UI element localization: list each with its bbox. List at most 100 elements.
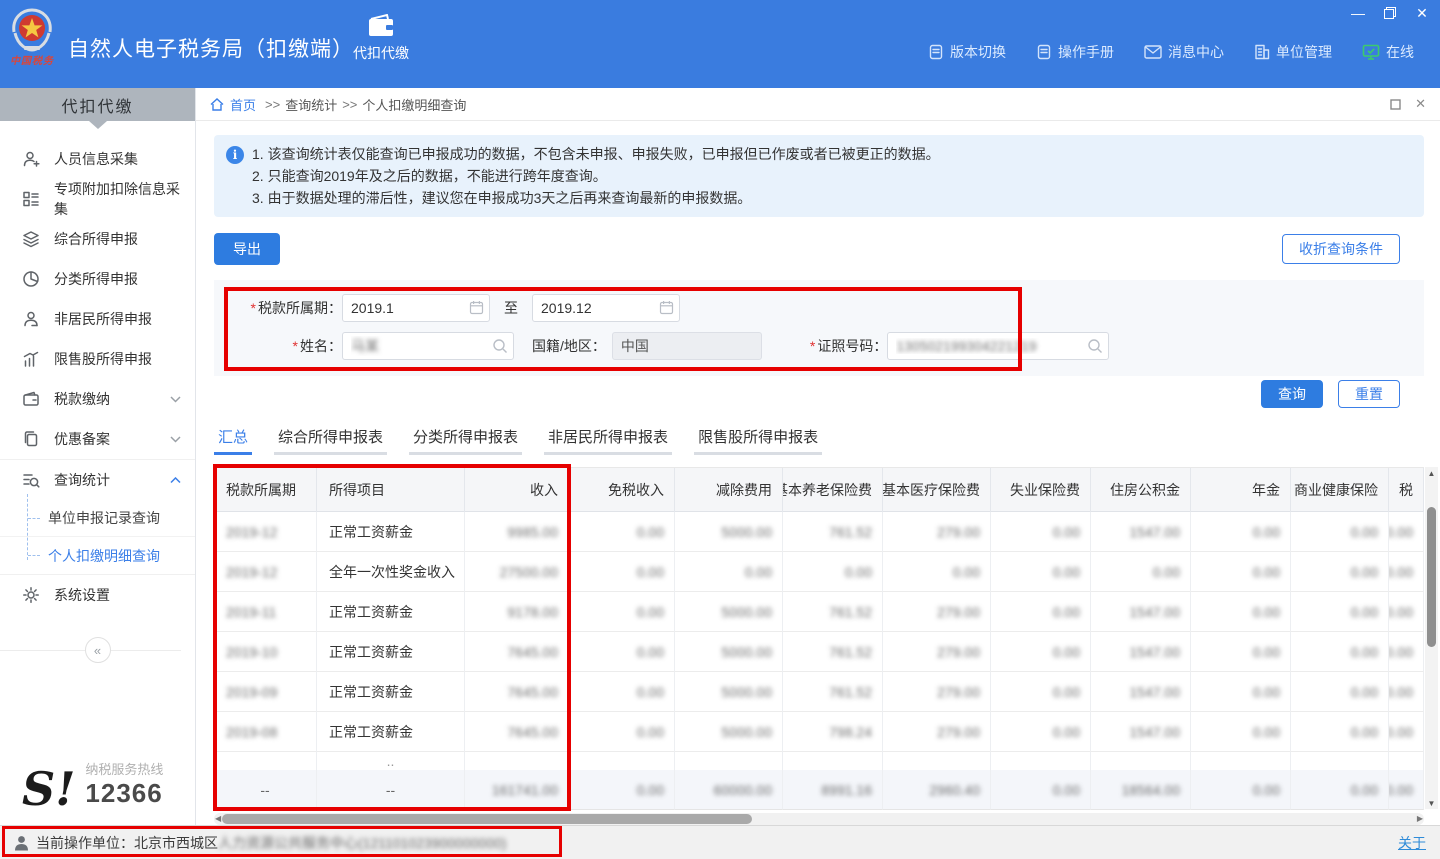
collapse-sidebar-button[interactable]: «: [85, 637, 111, 663]
sidebar-item-7[interactable]: 优惠备案: [0, 419, 195, 459]
top-menu-item-2[interactable]: 消息中心: [1144, 42, 1224, 62]
minimize-icon[interactable]: —: [1350, 5, 1366, 21]
breadcrumb-item-current: 个人扣缴明细查询: [362, 95, 466, 114]
table-row: 2019-12全年一次性奖金收入27500.000.000.000.000.00…: [214, 552, 1424, 592]
column-header: 税款所属期: [214, 468, 317, 512]
table-cell: 0.00: [991, 552, 1091, 592]
table-cell: 0.00: [1191, 592, 1291, 632]
sidebar-item-8[interactable]: 查询统计: [0, 460, 195, 500]
scroll-down-icon[interactable]: ▼: [1428, 797, 1436, 809]
vertical-scroll-thumb[interactable]: [1427, 507, 1436, 647]
period-from-input[interactable]: [342, 294, 490, 322]
top-menu-item-3[interactable]: 单位管理: [1254, 42, 1332, 62]
table-cell: [675, 752, 783, 770]
collapse-query-button[interactable]: 收折查询条件: [1282, 234, 1400, 264]
sidebar-header: 代扣代缴: [0, 88, 195, 121]
table-cell: 0.00: [991, 592, 1091, 632]
sidebar-item-5[interactable]: 限售股所得申报: [0, 339, 195, 379]
current-unit-redacted: 人力资源公共服务中心(121101023900000000): [218, 833, 506, 853]
panel-close-icon[interactable]: ✕: [1415, 96, 1426, 112]
tab-1[interactable]: 综合所得申报表: [274, 426, 387, 455]
top-menu-item-1[interactable]: 操作手册: [1036, 42, 1114, 62]
sidebar-subitem-0[interactable]: 单位申报记录查询: [0, 500, 195, 537]
horizontal-scroll-thumb[interactable]: [222, 814, 752, 824]
table-cell: 0.00: [1389, 672, 1424, 712]
table-cell: 1547.00: [1091, 512, 1191, 552]
tab-3[interactable]: 非居民所得申报表: [544, 426, 672, 455]
table-cell: 761.52: [783, 672, 883, 712]
query-button[interactable]: 查询: [1261, 380, 1323, 408]
table-cell: [1389, 752, 1424, 770]
breadcrumb: 首页 >> 查询统计 >> 个人扣缴明细查询 ✕: [196, 88, 1440, 121]
required-asterisk: *: [251, 300, 256, 316]
table-cell: 0.00: [1389, 512, 1424, 552]
restore-icon[interactable]: [1382, 5, 1398, 21]
about-link[interactable]: 关于: [1398, 833, 1426, 853]
period-to-input[interactable]: [532, 294, 680, 322]
column-header: 基本养老保险费: [783, 468, 883, 512]
tab-4[interactable]: 限售股所得申报表: [694, 426, 822, 455]
name-input[interactable]: [342, 332, 514, 360]
table-cell: 5000.00: [675, 672, 783, 712]
table-row: 2019-12正常工资薪金9985.000.005000.00761.52279…: [214, 512, 1424, 552]
table-cell: 0.00: [1389, 552, 1424, 592]
table-cell: 0.00: [991, 770, 1091, 810]
module-tab-label: 代扣代缴: [353, 43, 409, 63]
table-cell: 279.00: [883, 712, 991, 752]
scroll-up-icon[interactable]: ▲: [1428, 467, 1436, 479]
horizontal-scrollbar[interactable]: ◀ ▶: [214, 813, 1424, 825]
table-cell: 正常工资薪金: [317, 712, 465, 752]
wallet2-icon: [22, 390, 40, 408]
scroll-left-icon[interactable]: ◀: [215, 814, 221, 823]
sidebar-item-9[interactable]: 系统设置: [0, 575, 195, 615]
online-icon: [1362, 44, 1380, 60]
reset-button[interactable]: 重置: [1338, 380, 1400, 408]
table-cell: 279.00: [883, 592, 991, 632]
table-cell: [783, 752, 883, 770]
table-cell: [1291, 752, 1389, 770]
top-menu-item-0[interactable]: 版本切换: [928, 42, 1006, 62]
close-icon[interactable]: ✕: [1414, 5, 1430, 21]
table-cell: 0.00: [1389, 712, 1424, 752]
table-cell: 5000.00: [675, 592, 783, 632]
panel-maximize-icon[interactable]: [1390, 96, 1401, 112]
table-cell: ..: [317, 752, 465, 770]
table-cell: 0.00: [1291, 512, 1389, 552]
tab-0[interactable]: 汇总: [214, 426, 252, 455]
table-cell: 0.00: [569, 512, 675, 552]
table-cell: 0.00: [569, 672, 675, 712]
table-cell: [883, 752, 991, 770]
nationality-input: [612, 332, 762, 360]
name-label: *姓名：: [214, 336, 342, 356]
breadcrumb-item: 查询统计: [285, 95, 337, 114]
tab-2[interactable]: 分类所得申报表: [409, 426, 522, 455]
table-cell: 0.00: [1291, 592, 1389, 632]
module-tab-daikou[interactable]: 代扣代缴: [345, 14, 417, 63]
id-number-input[interactable]: [887, 332, 1109, 360]
table-row-partial: ..: [214, 752, 1424, 770]
sidebar-item-0[interactable]: 人员信息采集: [0, 139, 195, 179]
scroll-right-icon[interactable]: ▶: [1417, 814, 1423, 823]
vertical-scrollbar[interactable]: ▲ ▼: [1425, 467, 1438, 809]
table-cell: 0.00: [783, 552, 883, 592]
table-cell: 5000.00: [675, 632, 783, 672]
sidebar-item-2[interactable]: 综合所得申报: [0, 219, 195, 259]
column-header: 减除费用: [675, 468, 783, 512]
sidebar-item-3[interactable]: 分类所得申报: [0, 259, 195, 299]
export-button[interactable]: 导出: [214, 233, 280, 265]
table-cell: 0.00: [1191, 552, 1291, 592]
sidebar-submenu: 单位申报记录查询个人扣缴明细查询: [0, 500, 195, 574]
table-cell: 0.00: [1291, 712, 1389, 752]
sidebar-subitem-1[interactable]: 个人扣缴明细查询: [0, 537, 195, 574]
sidebar-item-6[interactable]: 税款缴纳: [0, 379, 195, 419]
breadcrumb-home[interactable]: 首页: [230, 95, 256, 114]
table-cell: 2019-12: [214, 512, 317, 552]
sidebar-item-1[interactable]: 专项附加扣除信息采集: [0, 179, 195, 219]
table-cell: 9985.00: [465, 512, 569, 552]
table-cell: [1191, 752, 1291, 770]
sidebar-item-4[interactable]: 非居民所得申报: [0, 299, 195, 339]
table-cell: 279.00: [883, 632, 991, 672]
top-menu-item-4[interactable]: 在线: [1362, 42, 1414, 62]
to-label: 至: [504, 298, 518, 318]
table-cell: 0.00: [1389, 632, 1424, 672]
